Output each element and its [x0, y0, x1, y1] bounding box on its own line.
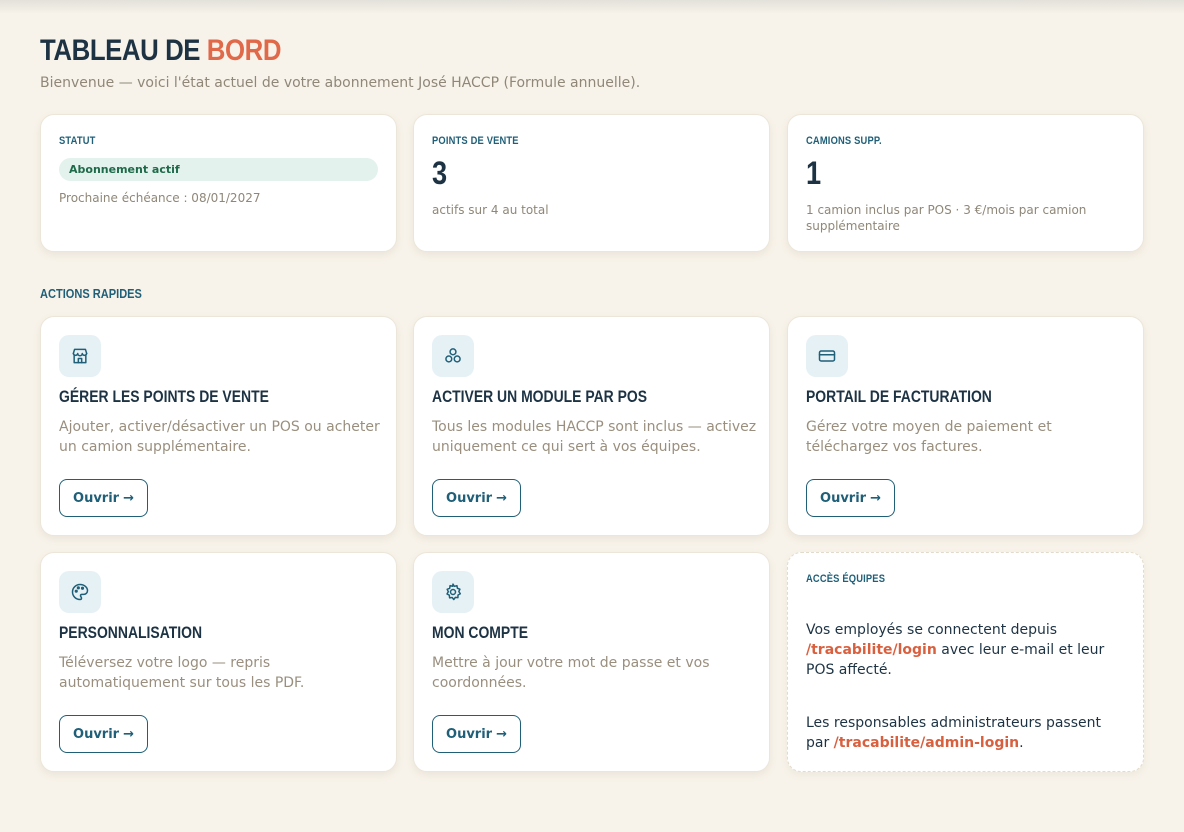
stat-label: STATUT — [59, 135, 96, 147]
open-modules-button[interactable]: Ouvrir → — [432, 479, 521, 517]
employee-login-link[interactable]: /tracabilite/login — [806, 642, 937, 658]
open-mon-compte-button[interactable]: Ouvrir → — [432, 715, 521, 753]
section-title-actions: ACTIONS RAPIDES — [40, 286, 142, 301]
text-segment: Vos employés se connectent depuis — [806, 622, 1058, 638]
arrow-right-icon: → — [123, 726, 134, 742]
action-title: PORTAIL DE FACTURATION — [806, 387, 992, 406]
page-subtitle: Bienvenue — voici l'état actuel de votre… — [40, 75, 641, 91]
gear-icon — [432, 571, 474, 613]
stat-note: Prochaine échéance : 08/01/2027 — [59, 191, 261, 205]
arrow-right-icon: → — [870, 490, 881, 506]
action-title: ACTIVER UN MODULE PAR POS — [432, 387, 648, 406]
text-segment: . — [1019, 735, 1024, 751]
button-label: Ouvrir — [446, 726, 493, 742]
button-label: Ouvrir — [73, 490, 120, 506]
stat-note: 1 camion inclus par POS · 3 €/mois par c… — [806, 203, 1087, 233]
modules-icon — [432, 335, 474, 377]
action-description: Tous les modules HACCP sont inclus — act… — [432, 419, 757, 455]
action-title: MON COMPTE — [432, 623, 529, 642]
stat-card-camions: CAMIONS SUPP. 1 1 camion inclus par POS … — [787, 114, 1144, 252]
stat-label: CAMIONS SUPP. — [806, 135, 882, 147]
page-title: TABLEAU DE BORD — [40, 34, 281, 68]
action-card-facturation: PORTAIL DE FACTURATION Gérez votre moyen… — [787, 316, 1144, 536]
open-points-de-vente-button[interactable]: Ouvrir → — [59, 479, 148, 517]
action-card-modules: ACTIVER UN MODULE PAR POS Tous les modul… — [413, 316, 770, 536]
open-personnalisation-button[interactable]: Ouvrir → — [59, 715, 148, 753]
action-card-points-de-vente: GÉRER LES POINTS DE VENTE Ajouter, activ… — [40, 316, 397, 536]
button-label: Ouvrir — [820, 490, 867, 506]
arrow-right-icon: → — [496, 726, 507, 742]
team-access-admin-text: Les responsables administrateurs passent… — [806, 713, 1126, 753]
team-access-label: ACCÈS ÉQUIPES — [806, 573, 886, 585]
team-access-card: ACCÈS ÉQUIPES Vos employés se connectent… — [787, 552, 1144, 772]
page-title-main: TABLEAU DE — [40, 34, 207, 67]
action-description: Mettre à jour votre mot de passe et vos … — [432, 655, 710, 691]
top-shadow — [0, 0, 1184, 14]
page-title-accent: BORD — [206, 34, 282, 67]
button-label: Ouvrir — [73, 726, 120, 742]
palette-icon — [59, 571, 101, 613]
action-description: Ajouter, activer/désactiver un POS ou ac… — [59, 419, 380, 455]
action-card-mon-compte: MON COMPTE Mettre à jour votre mot de pa… — [413, 552, 770, 772]
action-description: Téléversez votre logo — repris automatiq… — [59, 655, 305, 691]
stat-card-points-de-vente: POINTS DE VENTE 3 actifs sur 4 au total — [413, 114, 770, 252]
stat-card-statut: STATUT Abonnement actif Prochaine échéan… — [40, 114, 397, 252]
arrow-right-icon: → — [123, 490, 134, 506]
status-badge: Abonnement actif — [59, 158, 378, 181]
arrow-right-icon: → — [496, 490, 507, 506]
action-title: GÉRER LES POINTS DE VENTE — [59, 387, 269, 406]
action-card-personnalisation: PERSONNALISATION Téléversez votre logo —… — [40, 552, 397, 772]
open-facturation-button[interactable]: Ouvrir → — [806, 479, 895, 517]
button-label: Ouvrir — [446, 490, 493, 506]
stat-note: actifs sur 4 au total — [432, 203, 549, 217]
store-icon — [59, 335, 101, 377]
admin-login-link[interactable]: /tracabilite/admin-login — [834, 735, 1019, 751]
stat-value: 1 — [806, 155, 822, 191]
stat-value: 3 — [432, 155, 448, 191]
credit-card-icon — [806, 335, 848, 377]
team-access-employees-text: Vos employés se connectent depuis /traca… — [806, 620, 1126, 680]
action-description: Gérez votre moyen de paiement et télécha… — [806, 419, 1052, 455]
stat-label: POINTS DE VENTE — [432, 135, 519, 147]
action-title: PERSONNALISATION — [59, 623, 203, 642]
